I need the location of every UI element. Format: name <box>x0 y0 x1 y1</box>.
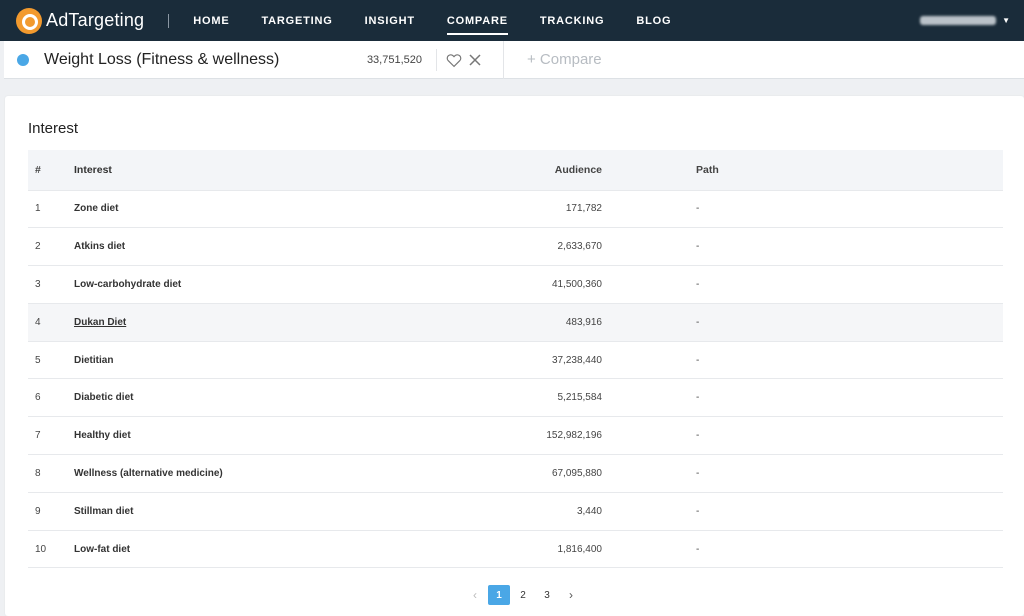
nav-home[interactable]: HOME <box>177 0 245 41</box>
row-audience: 1,816,400 <box>557 543 603 555</box>
row-num: 10 <box>35 543 47 555</box>
table-row[interactable]: 9 Stillman diet 3,440 - <box>28 492 1003 531</box>
row-interest[interactable]: Zone diet <box>74 203 118 214</box>
table-row[interactable]: 3 Low-carbohydrate diet 41,500,360 - <box>28 265 1003 304</box>
row-interest[interactable]: Dietitian <box>74 355 113 366</box>
row-interest[interactable]: Low-fat diet <box>74 544 130 555</box>
row-path: - <box>696 241 700 253</box>
row-audience: 2,633,670 <box>557 241 603 253</box>
row-num: 2 <box>35 241 41 253</box>
table-row[interactable]: 8 Wellness (alternative medicine) 67,095,8… <box>28 454 1003 493</box>
table-row[interactable]: 10 Low-fat diet 1,816,400 - <box>28 530 1003 569</box>
row-path: - <box>696 316 700 328</box>
row-audience: 37,238,440 <box>551 354 602 366</box>
caret-down-icon: ▼ <box>1002 16 1010 25</box>
divider <box>436 48 437 71</box>
row-interest[interactable]: Low-carbohydrate diet <box>74 279 181 290</box>
card-title: Interest <box>28 120 79 137</box>
row-num: 5 <box>35 354 41 366</box>
table-row[interactable]: 7 Healthy diet 152,982,196 - <box>28 416 1003 456</box>
prev-page-button[interactable]: ‹ <box>464 585 486 605</box>
row-interest[interactable]: Dukan Diet <box>74 317 126 328</box>
row-interest[interactable]: Healthy diet <box>74 430 131 441</box>
table-header-row: # Interest Audience Path <box>28 150 1003 191</box>
nav-targeting[interactable]: TARGETING <box>245 0 348 41</box>
row-path: - <box>696 354 700 366</box>
nav-separator <box>168 13 170 28</box>
row-interest[interactable]: Stillman diet <box>74 506 133 517</box>
divider <box>503 40 504 79</box>
row-audience: 152,982,196 <box>546 430 602 442</box>
page-1-button[interactable]: 1 <box>488 585 510 605</box>
row-num: 7 <box>35 430 41 442</box>
row-path: - <box>696 505 700 517</box>
col-audience-header[interactable]: Audience <box>468 150 602 191</box>
row-path: - <box>696 203 700 215</box>
user-name-redacted <box>920 16 997 25</box>
row-interest[interactable]: Diabetic diet <box>74 392 133 403</box>
row-interest[interactable]: Atkins diet <box>74 241 125 252</box>
row-path: - <box>696 467 700 479</box>
interest-table: # Interest Audience Path 1 Zone diet 171,7… <box>28 150 1003 569</box>
logo-icon <box>16 7 42 34</box>
row-interest[interactable]: Wellness (alternative medicine) <box>74 468 223 479</box>
row-num: 8 <box>35 467 41 479</box>
nav-insight[interactable]: INSIGHT <box>349 0 431 41</box>
row-audience: 171,782 <box>565 203 602 215</box>
table-row[interactable]: 2 Atkins diet 2,633,670 - <box>28 227 1003 267</box>
row-path: - <box>696 543 700 555</box>
row-path: - <box>696 278 700 290</box>
page-3-button[interactable]: 3 <box>536 585 558 605</box>
row-audience: 41,500,360 <box>551 278 602 290</box>
table-row[interactable]: 4 Dukan Diet 483,916 - <box>28 303 1003 342</box>
user-menu[interactable]: ▼ <box>920 0 1010 41</box>
col-num-header[interactable]: # <box>28 150 74 191</box>
pagination: ‹ 1 2 3 › <box>464 585 584 605</box>
row-num: 1 <box>35 203 41 215</box>
compare-item-count: 33,751,520 <box>366 53 422 66</box>
top-navbar: AdTargeting HOME TARGETING INSIGHT COMPA… <box>0 0 1024 41</box>
compare-item-title: Weight Loss (Fitness & wellness) <box>44 50 280 68</box>
close-icon[interactable] <box>468 53 482 67</box>
heart-icon[interactable] <box>445 51 463 69</box>
series-color-dot <box>17 53 29 66</box>
interest-card: Interest # Interest Audience Path 1 Zone … <box>5 96 1024 616</box>
col-path-header[interactable]: Path <box>602 150 1003 191</box>
row-path: - <box>696 430 700 442</box>
row-num: 9 <box>35 505 41 517</box>
row-audience: 3,440 <box>576 505 602 517</box>
row-audience: 67,095,880 <box>551 467 602 479</box>
nav-compare[interactable]: COMPARE <box>431 0 524 41</box>
brand-logo[interactable]: AdTargeting <box>16 7 145 34</box>
row-num: 4 <box>35 316 41 328</box>
nav-blog[interactable]: BLOG <box>620 0 687 41</box>
row-num: 3 <box>35 278 41 290</box>
table-row[interactable]: 5 Dietitian 37,238,440 - <box>28 341 1003 380</box>
add-compare-button[interactable]: + Compare <box>527 51 602 68</box>
compare-bar: Weight Loss (Fitness & wellness) 33,751,… <box>4 40 1024 79</box>
brand-name: AdTargeting <box>46 10 145 30</box>
nav-tracking[interactable]: TRACKING <box>524 0 620 41</box>
page-2-button[interactable]: 2 <box>512 585 534 605</box>
table-row[interactable]: 1 Zone diet 171,782 - <box>28 190 1003 229</box>
next-page-button[interactable]: › <box>560 585 582 605</box>
table-row[interactable]: 6 Diabetic diet 5,215,584 - <box>28 378 1003 418</box>
row-num: 6 <box>35 392 41 404</box>
col-interest-header[interactable]: Interest <box>74 150 468 191</box>
row-audience: 483,916 <box>565 316 602 328</box>
row-path: - <box>696 392 700 404</box>
row-audience: 5,215,584 <box>557 392 603 404</box>
